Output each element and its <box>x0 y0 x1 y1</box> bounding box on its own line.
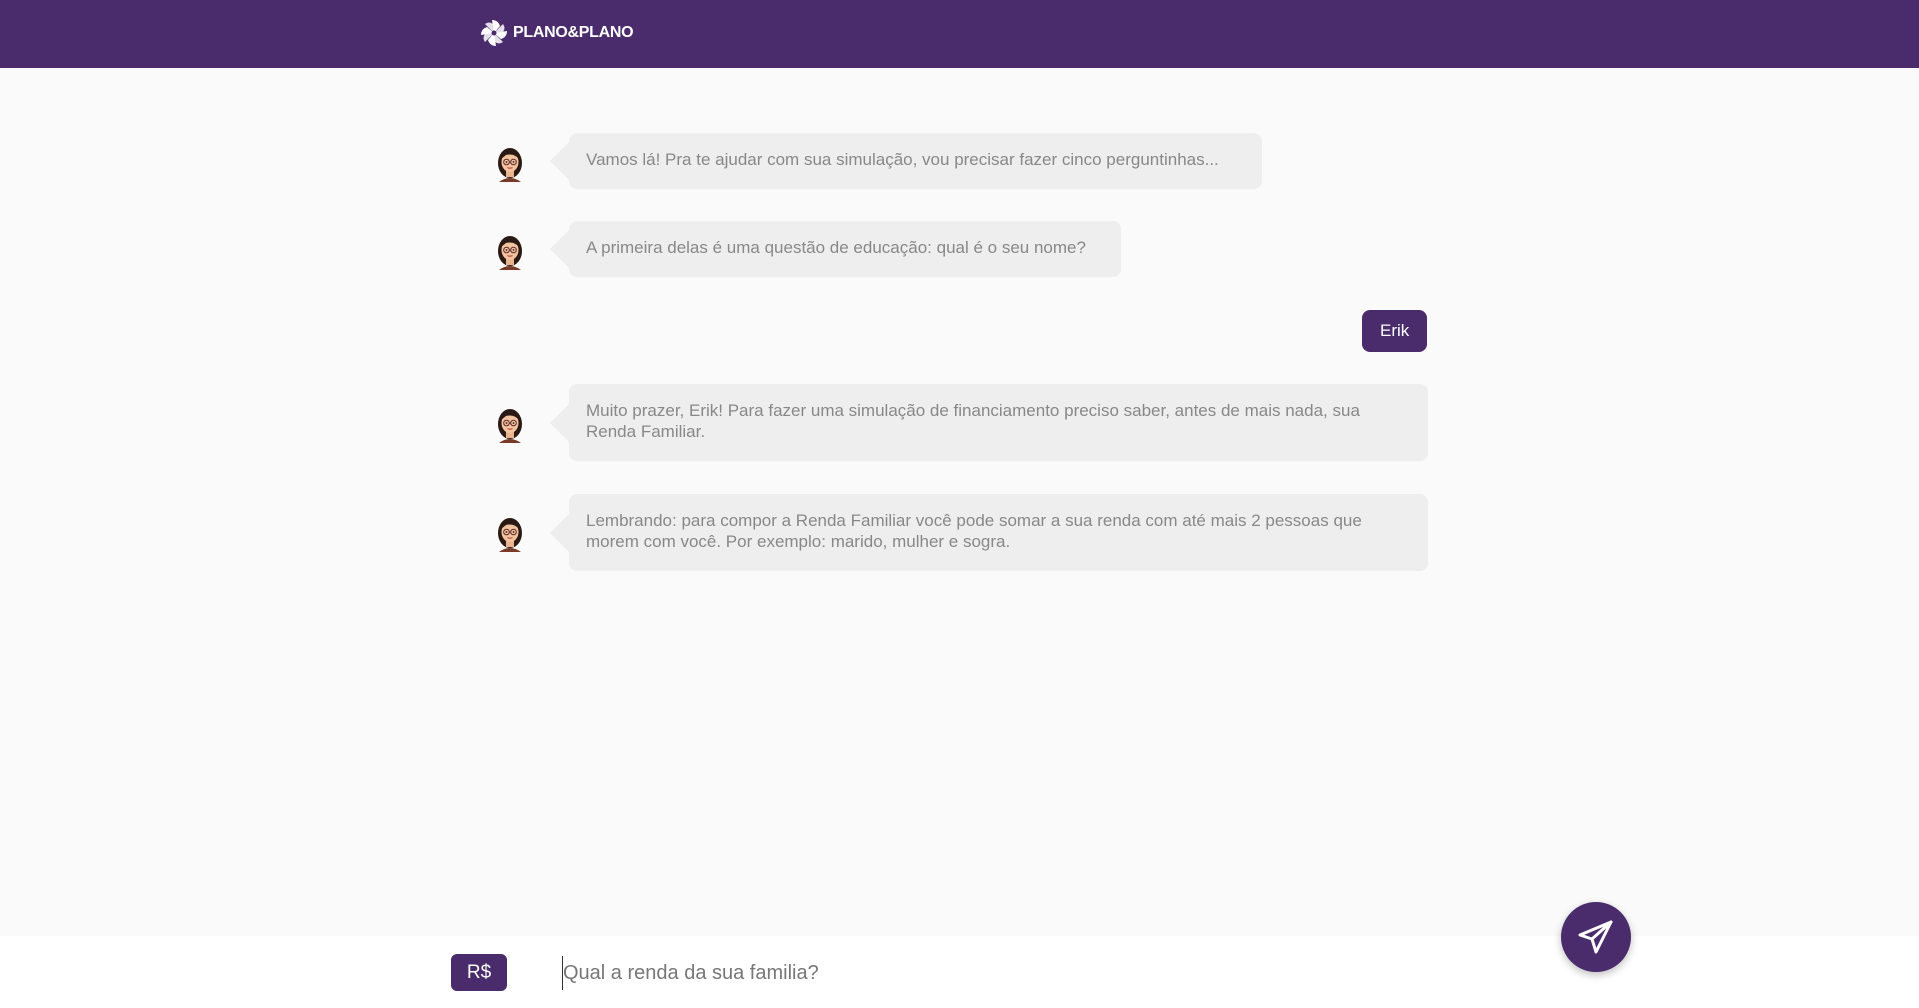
chat-conversation: Vamos lá! Pra te ajudar com sua simulaçã… <box>0 68 1919 936</box>
income-input[interactable] <box>562 956 1463 990</box>
bot-avatar-icon <box>489 401 531 443</box>
send-button[interactable] <box>1561 902 1631 972</box>
bot-message: A primeira delas é uma questão de educaç… <box>550 221 1121 277</box>
currency-prefix-badge: R$ <box>451 954 507 991</box>
user-message: Erik <box>1362 310 1428 352</box>
pinwheel-logo-icon <box>481 20 507 46</box>
bot-message: Muito prazer, Erik! Para fazer uma simul… <box>550 384 1428 461</box>
bot-avatar-icon <box>489 510 531 552</box>
bot-avatar-icon <box>489 228 531 270</box>
bot-message: Vamos lá! Pra te ajudar com sua simulaçã… <box>550 133 1262 189</box>
brand-name: PLANO&PLANO <box>513 24 634 41</box>
bot-avatar-icon <box>489 140 531 182</box>
brand-logo[interactable]: PLANO&PLANO <box>479 16 634 50</box>
top-navigation-bar: PLANO&PLANO <box>0 0 1919 68</box>
message-composer: R$ <box>0 936 1919 1008</box>
bot-message: Lembrando: para compor a Renda Familiar … <box>550 494 1428 571</box>
paper-plane-icon <box>1578 920 1613 954</box>
